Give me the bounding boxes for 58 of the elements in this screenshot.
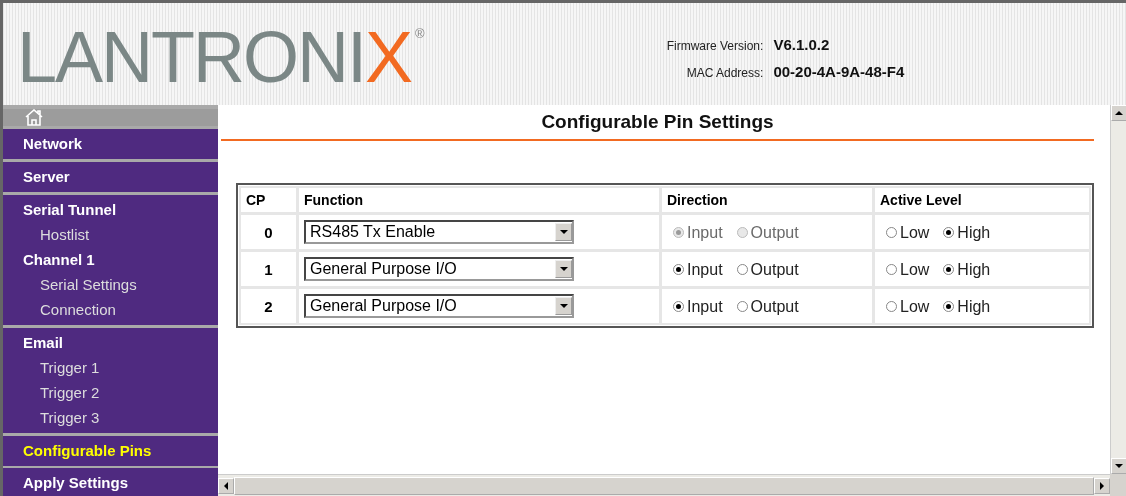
radio-button[interactable] bbox=[886, 301, 897, 312]
radio-button[interactable] bbox=[736, 264, 748, 275]
nav-link[interactable]: Connection bbox=[3, 297, 218, 322]
nav-link[interactable]: Configurable Pins bbox=[3, 438, 218, 463]
function-select[interactable]: General Purpose I/O bbox=[304, 294, 574, 318]
nav-link[interactable]: Network bbox=[3, 131, 218, 156]
nav-link[interactable]: Trigger 1 bbox=[3, 355, 218, 380]
option-label: Input bbox=[687, 260, 723, 279]
radio-button[interactable] bbox=[943, 227, 955, 238]
radio-button[interactable] bbox=[886, 264, 897, 275]
nav-link[interactable]: Email bbox=[3, 330, 218, 355]
option-label: High bbox=[957, 223, 991, 242]
radio-button[interactable] bbox=[673, 264, 684, 275]
firmware-version: V6.1.0.2 bbox=[773, 36, 831, 53]
nav-link[interactable]: Serial Settings bbox=[3, 272, 218, 297]
horizontal-scrollbar[interactable] bbox=[218, 474, 1110, 496]
option-label: Low bbox=[900, 260, 930, 279]
scroll-up-icon bbox=[1115, 111, 1123, 115]
nav-link[interactable]: Trigger 2 bbox=[3, 380, 218, 405]
option-label: Low bbox=[900, 297, 930, 316]
firmware-label: Firmware Version: bbox=[666, 39, 764, 53]
option-label: High bbox=[957, 297, 991, 316]
scroll-down-icon bbox=[1115, 464, 1123, 468]
option-label: Low bbox=[900, 223, 930, 242]
option-label: Output bbox=[750, 297, 799, 316]
nav-link[interactable]: Server bbox=[3, 164, 218, 189]
nav-link[interactable]: Channel 1 bbox=[3, 247, 218, 272]
function-select[interactable]: General Purpose I/O bbox=[304, 257, 574, 281]
page-title: Configurable Pin Settings bbox=[221, 111, 1094, 141]
dropdown-arrow-icon bbox=[559, 267, 568, 271]
apply-settings-link[interactable]: Apply Settings bbox=[3, 468, 218, 496]
mac-label: MAC Address: bbox=[685, 66, 764, 80]
nav-link[interactable]: Serial Tunnel bbox=[3, 197, 218, 222]
option-label: Input bbox=[687, 297, 723, 316]
radio-button[interactable] bbox=[736, 301, 748, 312]
dropdown-arrow-icon bbox=[559, 304, 568, 308]
function-select[interactable]: RS485 Tx Enable bbox=[304, 220, 574, 244]
nav-link[interactable]: Trigger 3 bbox=[3, 405, 218, 430]
radio-button[interactable] bbox=[886, 227, 897, 238]
scroll-right-icon bbox=[1100, 481, 1104, 490]
option-label: High bbox=[957, 260, 991, 279]
pin-number: 2 bbox=[241, 289, 296, 323]
home-icon[interactable] bbox=[25, 109, 43, 126]
radio-button[interactable] bbox=[943, 264, 955, 275]
scroll-left-icon bbox=[224, 481, 228, 490]
logo: LANTRONIX® bbox=[17, 21, 425, 93]
pin-number: 0 bbox=[241, 215, 296, 249]
option-label: Input bbox=[687, 223, 723, 242]
dropdown-arrow-icon bbox=[559, 230, 568, 234]
nav-link[interactable]: Hostlist bbox=[3, 222, 218, 247]
pin-number: 1 bbox=[241, 252, 296, 286]
vertical-scrollbar[interactable] bbox=[1110, 105, 1126, 474]
option-label: Output bbox=[750, 260, 799, 279]
radio-button[interactable] bbox=[673, 301, 684, 312]
radio-button[interactable] bbox=[943, 301, 955, 312]
scrollbar-corner bbox=[1110, 474, 1126, 496]
mac-address: 00-20-4A-9A-48-F4 bbox=[773, 63, 905, 80]
option-label: Output bbox=[750, 223, 799, 242]
